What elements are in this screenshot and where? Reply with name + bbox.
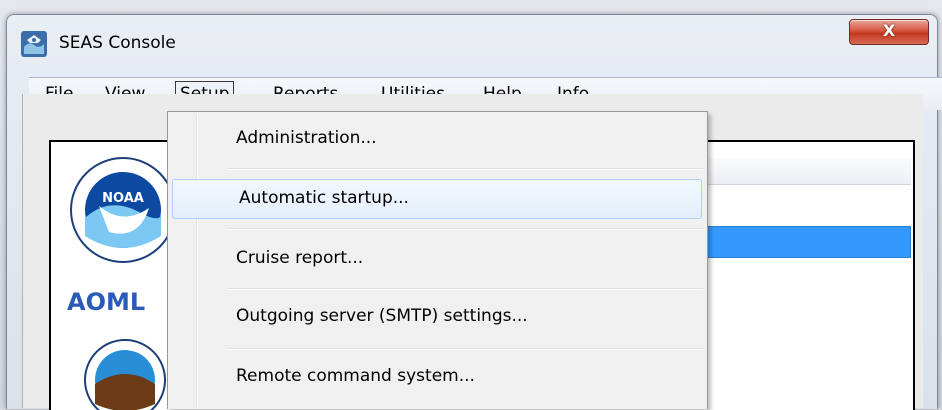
setup-dropdown-menu: Administration... Automatic startup... C… xyxy=(167,111,708,409)
seas-app-icon xyxy=(21,31,47,57)
menu-separator xyxy=(228,168,703,170)
menu-separator xyxy=(228,228,703,230)
window-title: SEAS Console xyxy=(59,33,176,53)
selected-list-row[interactable] xyxy=(691,226,911,258)
menu-item-smtp-settings[interactable]: Outgoing server (SMTP) settings... xyxy=(170,298,703,336)
menu-item-remote-command-system[interactable]: Remote command system... xyxy=(170,358,703,396)
menu-item-label: Remote command system... xyxy=(236,366,475,386)
menu-separator xyxy=(228,348,703,350)
menu-item-label: Automatic startup... xyxy=(239,188,409,208)
menu-item-automatic-startup[interactable]: Automatic startup... xyxy=(172,179,702,219)
menu-item-label: Administration... xyxy=(236,128,377,148)
menu-item-administration[interactable]: Administration... xyxy=(170,120,703,158)
menu-item-label: Outgoing server (SMTP) settings... xyxy=(236,306,528,326)
close-button[interactable]: X xyxy=(849,19,929,45)
noaa-logo-text: NOAA xyxy=(102,191,144,206)
title-bar[interactable]: SEAS Console X xyxy=(7,15,937,77)
menu-separator xyxy=(228,288,703,290)
menu-item-label: Cruise report... xyxy=(236,248,364,268)
aoml-logo-text: AOML xyxy=(67,288,145,316)
noaa-logo: NOAA xyxy=(70,157,176,263)
list-header xyxy=(691,158,911,185)
menu-item-cruise-report[interactable]: Cruise report... xyxy=(170,240,703,278)
close-icon: X xyxy=(882,21,896,40)
